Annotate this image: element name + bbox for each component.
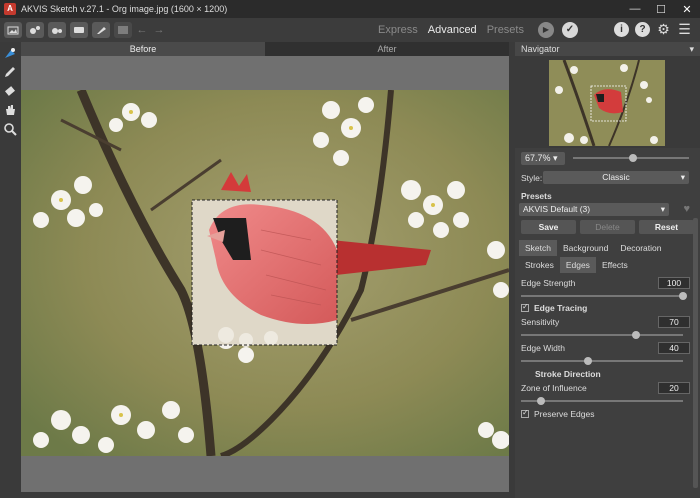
preserve-edges-row: Preserve Edges — [515, 407, 700, 421]
zone-of-influence-label: Zone of Influence — [521, 383, 587, 393]
style-label: Style: — [521, 173, 543, 183]
edge-tracing-row: Edge Tracing — [515, 301, 700, 315]
gear-icon[interactable]: ⚙ — [656, 22, 671, 37]
hand-tool-icon[interactable] — [2, 102, 18, 118]
style-select[interactable]: Classic ▾ — [543, 171, 689, 184]
style-row: Style: Classic ▾ — [515, 168, 700, 188]
navigator-header: Navigator ▾ — [515, 42, 700, 56]
presets-select-row: AKVIS Default (3) ▾ ♥ — [515, 202, 700, 218]
close-button[interactable]: ✕ — [674, 0, 700, 18]
zoom-row: 67.7% ▾ — [515, 148, 700, 168]
left-toolbar — [0, 42, 20, 498]
window-controls: — ☐ ✕ — [622, 0, 700, 18]
edge-strength-row: Edge Strength 100 — [515, 275, 700, 291]
zone-row: Zone of Influence 20 — [515, 381, 700, 395]
before-after-tabs: Before After — [21, 42, 509, 56]
edge-width-row: Edge Width 40 — [515, 341, 700, 355]
image-canvas[interactable] — [21, 56, 509, 492]
edge-width-label: Edge Width — [521, 343, 565, 353]
info-icon[interactable]: i — [614, 22, 629, 37]
navigator-thumbnail[interactable] — [549, 60, 665, 146]
photo-cardinal — [21, 90, 509, 456]
run-play-icon[interactable]: ▶ — [537, 22, 554, 38]
edge-width-slider[interactable] — [515, 355, 700, 367]
zone-of-influence-knob[interactable] — [536, 397, 545, 405]
tab-sketch[interactable]: Sketch — [519, 240, 557, 256]
preserve-edges-label: Preserve Edges — [534, 409, 595, 419]
pencil-tool-icon[interactable] — [2, 64, 18, 80]
load-settings-icon[interactable] — [26, 22, 44, 38]
open-image-icon[interactable] — [4, 22, 22, 38]
tab-before[interactable]: Before — [21, 42, 265, 56]
toolbar-right: i ? ⚙ ☰ — [608, 22, 692, 37]
tab-background[interactable]: Background — [557, 240, 614, 256]
stroke-direction-label: Stroke Direction — [535, 369, 601, 379]
mode-advanced[interactable]: Advanced — [428, 24, 477, 36]
eraser-tool-icon[interactable] — [2, 83, 18, 99]
edge-width-knob[interactable] — [584, 357, 593, 365]
tab-edges[interactable]: Edges — [559, 257, 596, 273]
minimize-button[interactable]: — — [622, 0, 648, 18]
help-icon[interactable]: ? — [635, 22, 650, 37]
fragment-tool-icon[interactable] — [2, 45, 18, 61]
zone-of-influence-value[interactable]: 20 — [658, 382, 690, 394]
sensitivity-knob[interactable] — [631, 331, 640, 339]
collapse-icon[interactable]: ▾ — [689, 44, 694, 55]
navigator-area[interactable] — [515, 56, 700, 148]
mode-presets[interactable]: Presets — [487, 24, 524, 36]
mode-express[interactable]: Express — [378, 24, 418, 36]
print-icon[interactable] — [92, 22, 110, 38]
main-toolbar: ← → Express Advanced Presets ▶ ✓ i ? ⚙ ☰ — [0, 18, 700, 42]
edge-strength-slider[interactable] — [515, 291, 700, 301]
apply-check-icon[interactable]: ✓ — [561, 22, 578, 38]
favorite-heart-icon[interactable]: ♥ — [683, 203, 690, 215]
zoom-slider-knob[interactable] — [629, 154, 637, 162]
edge-strength-value[interactable]: 100 — [658, 277, 690, 289]
edge-tracing-label: Edge Tracing — [534, 303, 588, 313]
save-settings-icon[interactable] — [48, 22, 66, 38]
presets-header: Presets — [515, 188, 700, 202]
tab-decoration[interactable]: Decoration — [614, 240, 667, 256]
zoom-dropdown[interactable]: 67.7% ▾ — [521, 151, 565, 165]
sensitivity-row: Sensitivity 70 — [515, 315, 700, 329]
tab-strokes[interactable]: Strokes — [519, 257, 560, 273]
presets-select[interactable]: AKVIS Default (3) ▾ — [519, 203, 669, 216]
reset-preset-button[interactable]: Reset — [639, 220, 694, 234]
window-title: AKVIS Sketch v.27.1 - Org image.jpg (160… — [21, 4, 228, 14]
title-bar: A AKVIS Sketch v.27.1 - Org image.jpg (1… — [0, 0, 700, 18]
undo-icon[interactable]: ← — [135, 22, 149, 38]
menu-icon[interactable]: ☰ — [677, 22, 692, 37]
preserve-edges-checkbox[interactable] — [521, 408, 529, 418]
settings-panel: Navigator ▾ 67.7% ▾ Style: Classic▾ Pre — [515, 42, 700, 498]
edge-strength-knob[interactable] — [679, 292, 687, 300]
stroke-direction-row: Stroke Direction — [515, 367, 700, 381]
edge-tracing-checkbox[interactable] — [521, 302, 529, 312]
navigator-title: Navigator — [521, 44, 560, 54]
presets-label: Presets — [521, 191, 552, 201]
share-icon[interactable] — [114, 22, 132, 38]
sensitivity-value[interactable]: 70 — [658, 316, 690, 328]
main-tabs: Sketch Background Decoration — [515, 240, 700, 256]
panel-scrollbar[interactable] — [693, 218, 698, 488]
sub-tabs: Strokes Edges Effects — [515, 257, 700, 273]
maximize-button[interactable]: ☐ — [648, 0, 674, 18]
save-preset-button[interactable]: Save — [521, 220, 576, 234]
batch-processing-icon[interactable] — [70, 22, 88, 38]
sensitivity-label: Sensitivity — [521, 317, 560, 327]
edge-width-value[interactable]: 40 — [658, 342, 690, 354]
tab-effects[interactable]: Effects — [596, 257, 634, 273]
delete-preset-button[interactable]: Delete — [580, 220, 635, 234]
sensitivity-slider[interactable] — [515, 329, 700, 341]
mode-switcher: Express Advanced Presets ▶ ✓ — [378, 18, 578, 42]
zoom-tool-icon[interactable] — [2, 121, 18, 137]
tab-after[interactable]: After — [265, 42, 509, 56]
presets-buttons: Save Delete Reset — [515, 218, 700, 236]
redo-icon[interactable]: → — [152, 22, 166, 38]
zone-slider[interactable] — [515, 395, 700, 407]
edge-strength-label: Edge Strength — [521, 278, 576, 288]
akvis-logo-icon: A — [4, 3, 16, 15]
